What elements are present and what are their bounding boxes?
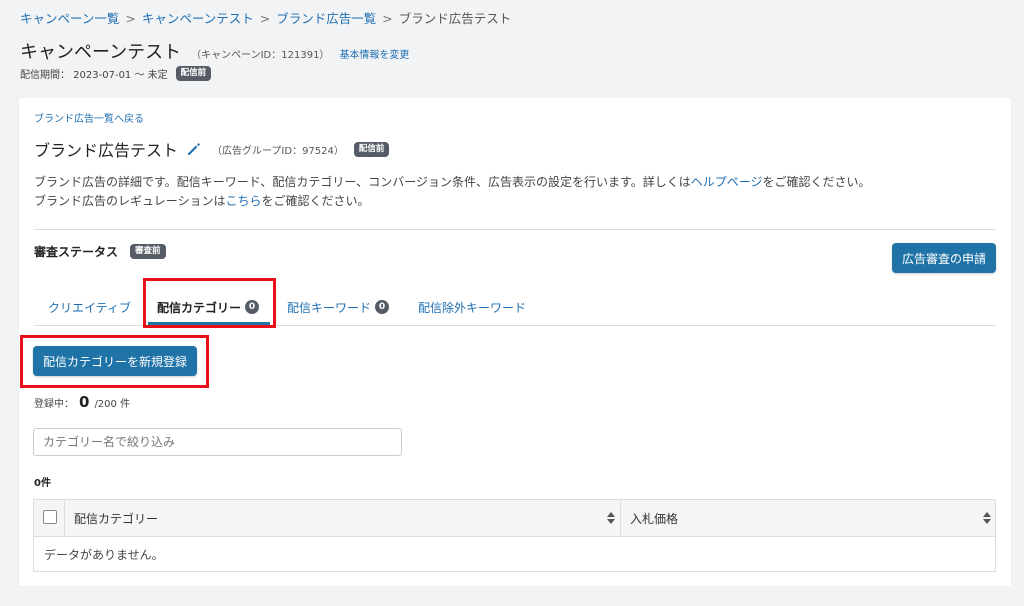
- campaign-id: （キャンペーンID：121391）: [191, 50, 330, 61]
- highlight-box-tab: [143, 278, 276, 328]
- period-text: 配信期間： 2023-07-01 〜 未定: [20, 70, 168, 81]
- pencil-icon[interactable]: [186, 141, 202, 157]
- tab-creative[interactable]: クリエイティブ: [48, 290, 131, 324]
- help-page-link[interactable]: ヘルプページ: [691, 175, 763, 189]
- breadcrumb-campaign-list[interactable]: キャンペーン一覧: [20, 11, 119, 26]
- description-line-2: ブランド広告のレギュレーションはこちらをご確認ください。: [34, 194, 370, 208]
- review-status-label: 審査ステータス: [34, 245, 119, 259]
- table-empty-message: データがありません。: [44, 548, 164, 562]
- ad-group-title: ブランド広告テスト: [34, 141, 179, 160]
- sort-icon[interactable]: [607, 512, 615, 524]
- breadcrumb-campaign[interactable]: キャンペーンテスト: [142, 11, 254, 26]
- ad-group-id: （広告グループID：97524）: [212, 145, 344, 157]
- campaign-title: キャンペーンテスト: [20, 42, 182, 63]
- select-all-checkbox[interactable]: [43, 510, 57, 524]
- divider: [34, 229, 996, 230]
- column-header-bid-price[interactable]: 入札価格: [630, 510, 678, 527]
- regulation-link[interactable]: こちら: [226, 194, 262, 208]
- description-line-1: ブランド広告の詳細です。配信キーワード、配信カテゴリー、コンバージョン条件、広告…: [34, 175, 871, 189]
- tab-delivery-keyword[interactable]: 配信キーワード 0: [287, 290, 390, 324]
- edit-basic-info-link[interactable]: 基本情報を変更: [339, 46, 409, 61]
- status-badge: 配信前: [353, 141, 390, 157]
- apply-ad-review-button[interactable]: 広告審査の申請: [892, 243, 996, 273]
- back-to-brand-ad-list-link[interactable]: ブランド広告一覧へ戻る: [34, 110, 144, 125]
- tab-count-badge: 0: [375, 300, 390, 314]
- registered-label: 登録中：: [34, 399, 74, 410]
- breadcrumb-current: ブランド広告テスト: [398, 11, 512, 26]
- campaign-header: キャンペーンテスト （キャンペーンID：121391） 基本情報を変更: [20, 38, 409, 64]
- review-status-badge: 審査前: [130, 244, 166, 259]
- column-divider: [620, 500, 621, 536]
- ad-group-description: ブランド広告の詳細です。配信キーワード、配信カテゴリー、コンバージョン条件、広告…: [34, 173, 871, 211]
- tab-excluded-keyword[interactable]: 配信除外キーワード: [418, 290, 526, 324]
- breadcrumb: キャンペーン一覧 > キャンペーンテスト > ブランド広告一覧 > ブランド広告テスト: [20, 8, 511, 27]
- breadcrumb-separator: >: [125, 11, 136, 26]
- column-divider: [64, 500, 65, 536]
- status-badge: 配信前: [175, 66, 212, 81]
- breadcrumb-separator: >: [382, 11, 393, 26]
- review-status: 審査ステータス 審査前: [34, 243, 166, 260]
- registered-number: 0: [79, 393, 90, 411]
- breadcrumb-separator: >: [259, 11, 271, 26]
- category-filter-input[interactable]: [33, 428, 402, 456]
- register-new-category-button[interactable]: 配信カテゴリーを新規登録: [33, 346, 197, 376]
- campaign-period: 配信期間： 2023-07-01 〜 未定 配信前: [20, 66, 212, 81]
- sort-icon[interactable]: [983, 512, 991, 524]
- ad-group-header: ブランド広告テスト （広告グループID：97524） 配信前: [34, 137, 390, 161]
- column-header-category[interactable]: 配信カテゴリー: [74, 510, 158, 527]
- registered-count: 登録中： 0 /200 件: [34, 393, 130, 411]
- table-header: 配信カテゴリー 入札価格: [34, 500, 995, 537]
- breadcrumb-brand-ad-list[interactable]: ブランド広告一覧: [276, 11, 376, 26]
- registered-max: /200 件: [94, 399, 131, 410]
- result-count: 0件: [34, 478, 51, 489]
- category-table: 配信カテゴリー 入札価格 データがありません。: [33, 499, 996, 572]
